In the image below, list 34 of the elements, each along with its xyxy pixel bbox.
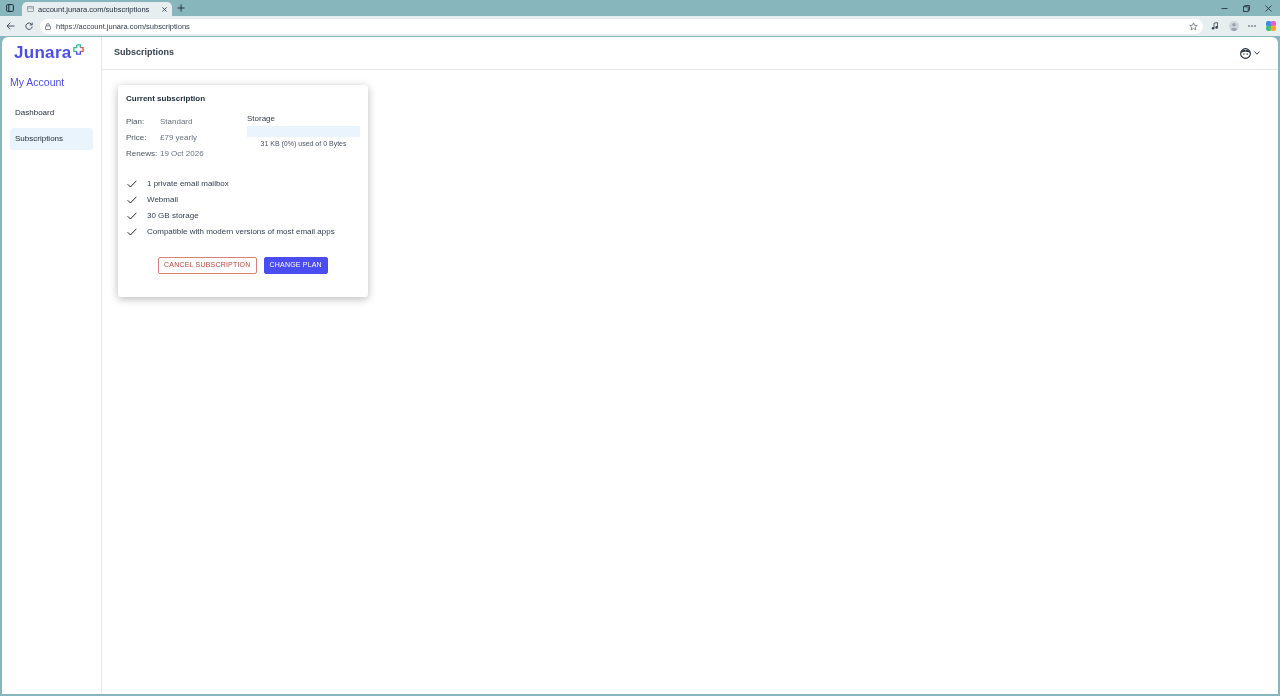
card-title: Current subscription xyxy=(126,94,206,104)
close-tab-icon[interactable] xyxy=(162,6,167,12)
sidebar-heading: My Account xyxy=(10,75,65,89)
star-icon[interactable] xyxy=(1189,21,1198,31)
account-menu-button[interactable] xyxy=(1240,47,1260,59)
detail-value: 19 Oct 2026 xyxy=(160,148,204,160)
new-tab-icon[interactable] xyxy=(177,4,185,12)
reload-icon[interactable] xyxy=(25,22,33,30)
detail-label: Renews: xyxy=(126,148,159,160)
logo-wordmark[interactable]: Junara xyxy=(14,43,72,63)
detail-value: £79 yearly xyxy=(160,132,197,144)
detail-label: Price: xyxy=(126,132,148,144)
page-title: Subscriptions xyxy=(114,46,174,60)
restore-icon[interactable] xyxy=(1243,5,1250,12)
sidebar-nav-item[interactable]: Dashboard xyxy=(10,102,93,124)
storage-label: Storage xyxy=(247,114,276,124)
page-icon xyxy=(27,6,34,12)
feature-text: 30 GB storage xyxy=(147,210,199,222)
feature-text: Compatible with modern versions of most email apps xyxy=(147,226,335,238)
sidebar-nav-item[interactable]: Subscriptions xyxy=(10,128,93,150)
lock-icon xyxy=(45,22,51,30)
feature-text: 1 private email mailbox xyxy=(147,178,229,190)
multicolor-app-icon[interactable] xyxy=(1266,21,1276,31)
minimize-icon[interactable] xyxy=(1221,5,1228,12)
plus-logo-icon xyxy=(72,44,84,55)
detail-value: Standard xyxy=(160,116,193,128)
music-note-icon[interactable] xyxy=(1211,22,1219,30)
sidebar-toggle-icon[interactable] xyxy=(6,4,14,12)
feature-text: Webmail xyxy=(147,194,178,206)
detail-label: Plan: xyxy=(126,116,146,128)
face-avatar-icon xyxy=(1240,47,1251,59)
back-arrow-icon[interactable] xyxy=(6,22,15,30)
close-window-icon[interactable] xyxy=(1265,5,1272,12)
chevron-down-icon xyxy=(1254,51,1260,55)
